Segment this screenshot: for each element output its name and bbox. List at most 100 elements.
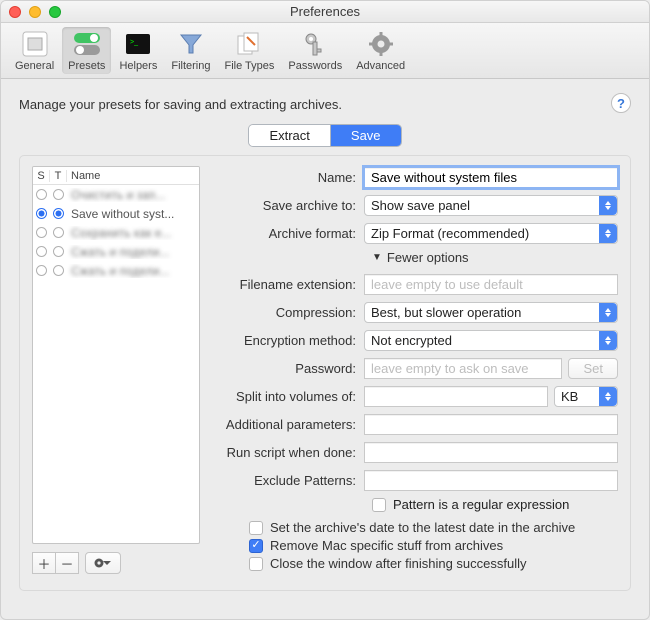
toolbar-item-passwords[interactable]: Passwords: [282, 27, 348, 74]
chevron-updown-icon: [599, 331, 617, 350]
toolbar-item-advanced[interactable]: Advanced: [350, 27, 411, 74]
set-date-label: Set the archive's date to the latest dat…: [270, 520, 575, 535]
save-to-label: Save archive to:: [214, 198, 364, 213]
tab-extract[interactable]: Extract: [249, 125, 330, 146]
remove-mac-label: Remove Mac specific stuff from archives: [270, 538, 503, 553]
save-to-select[interactable]: Show save panel: [364, 195, 618, 216]
preset-list[interactable]: S T Name Очистить и зап... Save without s…: [32, 166, 200, 544]
preset-row[interactable]: Очистить и зап...: [33, 185, 199, 204]
preset-row[interactable]: Save without syst...: [33, 204, 199, 223]
preset-name: Сжать и подели...: [67, 245, 199, 259]
col-header-s[interactable]: S: [33, 170, 50, 182]
chevron-updown-icon: [599, 387, 617, 406]
preset-name: Сжать и подели...: [67, 264, 199, 278]
key-icon: [300, 29, 330, 59]
exclude-input[interactable]: [364, 470, 618, 491]
preset-name: Очистить и зап...: [67, 188, 199, 202]
ext-label: Filename extension:: [214, 277, 364, 292]
toolbar-label: Filtering: [171, 60, 210, 72]
preset-radio-s[interactable]: [36, 227, 47, 238]
remove-mac-checkbox[interactable]: [249, 539, 263, 553]
help-button[interactable]: ?: [611, 93, 631, 113]
preset-radio-s[interactable]: [36, 265, 47, 276]
files-icon: [234, 29, 264, 59]
toolbar-label: Passwords: [288, 60, 342, 72]
preset-radio-t[interactable]: [53, 265, 64, 276]
chevron-down-icon: ▼: [372, 252, 382, 263]
col-header-t[interactable]: T: [50, 170, 67, 182]
add-preset-button[interactable]: ＋: [32, 552, 56, 574]
compression-label: Compression:: [214, 305, 364, 320]
preset-radio-t[interactable]: [53, 246, 64, 257]
remove-preset-button[interactable]: －: [55, 552, 79, 574]
preset-radio-t[interactable]: [53, 189, 64, 200]
chevron-updown-icon: [599, 224, 617, 243]
toolbar-label: Presets: [68, 60, 105, 72]
split-unit-select[interactable]: KB: [554, 386, 618, 407]
preset-radio-s[interactable]: [36, 208, 47, 219]
preset-row[interactable]: Сохранить как е...: [33, 223, 199, 242]
close-window-checkbox[interactable]: [249, 557, 263, 571]
presets-panel: S T Name Очистить и зап... Save without s…: [19, 155, 631, 591]
preset-name: Сохранить как е...: [67, 226, 199, 240]
script-label: Run script when done:: [214, 445, 364, 460]
preset-tabs: Extract Save: [19, 124, 631, 147]
preset-row[interactable]: Сжать и подели...: [33, 242, 199, 261]
close-window-button[interactable]: [9, 6, 21, 18]
split-label: Split into volumes of:: [214, 389, 364, 404]
window-title: Preferences: [290, 4, 360, 19]
split-input[interactable]: [364, 386, 548, 407]
script-input[interactable]: [364, 442, 618, 463]
toolbar-item-filtering[interactable]: Filtering: [165, 27, 216, 74]
preset-radio-t[interactable]: [53, 208, 64, 219]
disclosure-label: Fewer options: [387, 250, 469, 265]
funnel-icon: [176, 29, 206, 59]
toolbar-item-general[interactable]: General: [9, 27, 60, 74]
gear-icon: [366, 29, 396, 59]
panel-description: Manage your presets for saving and extra…: [19, 97, 631, 112]
terminal-icon: >_: [123, 29, 153, 59]
set-date-checkbox[interactable]: [249, 521, 263, 535]
password-label: Password:: [214, 361, 364, 376]
toolbar-label: General: [15, 60, 54, 72]
regex-label: Pattern is a regular expression: [393, 497, 569, 512]
toolbar-label: Helpers: [119, 60, 157, 72]
regex-checkbox[interactable]: [372, 498, 386, 512]
window-titlebar: Preferences: [1, 1, 649, 23]
zoom-window-button[interactable]: [49, 6, 61, 18]
close-window-label: Close the window after finishing success…: [270, 556, 527, 571]
col-header-name[interactable]: Name: [67, 170, 199, 182]
toolbar-item-presets[interactable]: Presets: [62, 27, 111, 74]
toolbar-label: Advanced: [356, 60, 405, 72]
minimize-window-button[interactable]: [29, 6, 41, 18]
preset-actions-menu[interactable]: [85, 552, 121, 574]
preferences-toolbar: General Presets >_ Helpers Filtering Fil…: [1, 23, 649, 79]
format-value: Zip Format (recommended): [371, 226, 529, 241]
preset-row[interactable]: Сжать и подели...: [33, 261, 199, 280]
toolbar-item-filetypes[interactable]: File Types: [218, 27, 280, 74]
name-label: Name:: [214, 170, 364, 185]
chevron-updown-icon: [599, 303, 617, 322]
toggle-icon: [72, 29, 102, 59]
options-disclosure[interactable]: ▼ Fewer options: [372, 250, 618, 265]
ext-input[interactable]: [364, 274, 618, 295]
save-to-value: Show save panel: [371, 198, 470, 213]
set-password-button[interactable]: Set: [568, 358, 618, 379]
preset-name: Save without syst...: [67, 207, 199, 221]
format-select[interactable]: Zip Format (recommended): [364, 223, 618, 244]
preset-radio-s[interactable]: [36, 189, 47, 200]
encryption-label: Encryption method:: [214, 333, 364, 348]
toolbar-item-helpers[interactable]: >_ Helpers: [113, 27, 163, 74]
preferences-window: Preferences General Presets >_ Helpers F…: [0, 0, 650, 620]
traffic-lights: [9, 6, 61, 18]
params-input[interactable]: [364, 414, 618, 435]
name-input[interactable]: [364, 167, 618, 188]
compression-value: Best, but slower operation: [371, 305, 521, 320]
encryption-select[interactable]: Not encrypted: [364, 330, 618, 351]
password-input[interactable]: [364, 358, 562, 379]
compression-select[interactable]: Best, but slower operation: [364, 302, 618, 323]
format-label: Archive format:: [214, 226, 364, 241]
preset-radio-t[interactable]: [53, 227, 64, 238]
tab-save[interactable]: Save: [331, 125, 401, 146]
preset-radio-s[interactable]: [36, 246, 47, 257]
